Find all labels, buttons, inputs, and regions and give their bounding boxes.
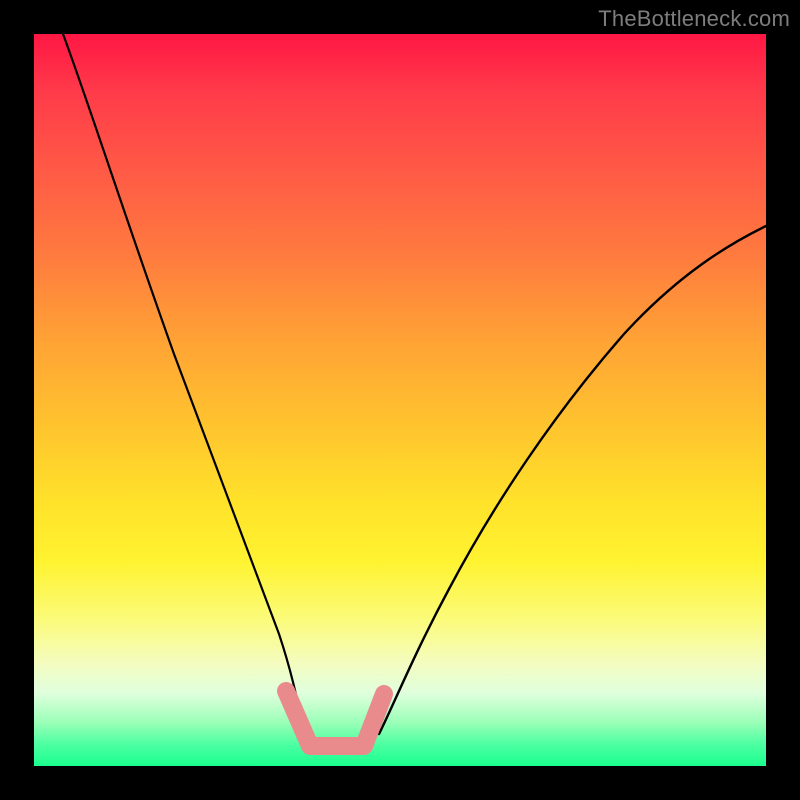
curve-layer — [34, 34, 766, 766]
pink-segment — [286, 691, 384, 746]
chart-frame: TheBottleneck.com — [0, 0, 800, 800]
right-curve — [379, 226, 766, 734]
plot-area — [34, 34, 766, 766]
watermark-label: TheBottleneck.com — [598, 6, 790, 32]
left-curve — [63, 34, 304, 734]
